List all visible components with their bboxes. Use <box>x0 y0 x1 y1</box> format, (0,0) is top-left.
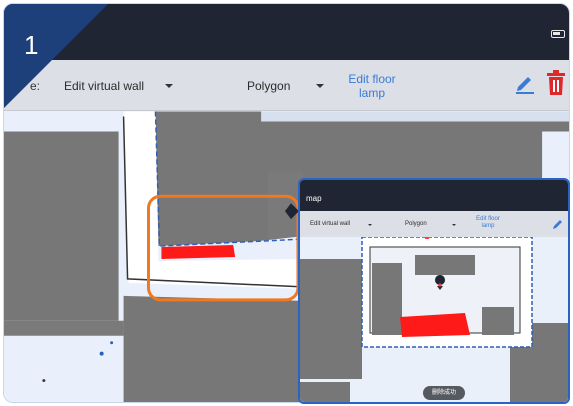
dropdown-caret-icon <box>368 224 372 226</box>
inset-toolbar: Edit virtual wall Polygon Edit floor lam… <box>300 211 568 238</box>
edit-link-line-2: lamp <box>358 86 385 100</box>
dropdown-caret-icon <box>165 84 173 88</box>
step-badge <box>4 4 108 108</box>
inset-screenshot: map Edit virtual wall Polygon Edit floor… <box>298 178 570 404</box>
dropdown-caret-icon <box>452 224 456 226</box>
pencil-icon[interactable] <box>552 218 564 230</box>
trash-icon[interactable] <box>546 70 566 96</box>
battery-icon <box>551 30 565 38</box>
step-number: 1 <box>24 30 39 60</box>
inset-edit-link-line-1: Edit floor <box>476 216 500 222</box>
dropdown-caret-icon <box>316 84 324 88</box>
shape-dropdown[interactable]: Polygon <box>247 79 290 93</box>
inset-edit-link-line-2: lamp <box>481 223 495 229</box>
inset-edit-floor-lamp-link[interactable]: Edit floor lamp <box>468 216 508 230</box>
inset-robot-map[interactable] <box>300 237 568 404</box>
pencil-icon[interactable] <box>514 72 536 94</box>
inset-header: map <box>300 180 568 211</box>
inset-title: map <box>306 194 322 203</box>
inset-wall-mode-dropdown[interactable]: Edit virtual wall <box>310 221 350 227</box>
toast-message: 删除成功 <box>423 386 465 400</box>
edit-link-line-1: Edit floor <box>348 72 396 86</box>
inset-shape-dropdown[interactable]: Polygon <box>405 221 427 227</box>
edit-floor-lamp-link[interactable]: Edit floor lamp <box>338 72 406 100</box>
